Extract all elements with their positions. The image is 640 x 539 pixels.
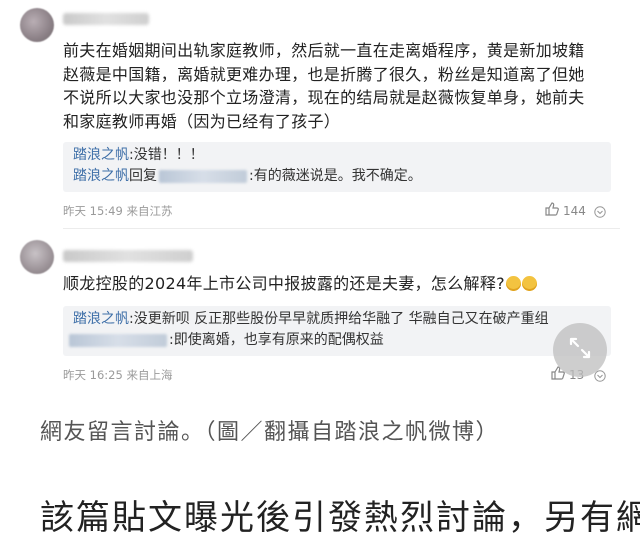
comment-text: 顺龙控股的2024年上市公司中报披露的还是夫妻，怎么解释?: [63, 272, 593, 296]
reply-line: 踏浪之帆:没更新呗 反正那些股份早早就质押给华融了 华融自己又在破产重组: [73, 309, 549, 329]
reply-quote: 踏浪之帆:没更新呗 反正那些股份早早就质押给华融了 华融自己又在破产重组 :即使…: [63, 306, 611, 356]
chevron-down-icon[interactable]: [594, 203, 606, 222]
reply-username[interactable]: 踏浪之帆: [73, 168, 129, 184]
laugh-emoji-icon: [505, 276, 521, 291]
like-button[interactable]: 144: [545, 202, 586, 219]
reply-text: :有的薇迷说是。我不确定。: [249, 168, 422, 184]
username-blurred[interactable]: [63, 250, 193, 262]
thumbs-up-icon: [545, 202, 559, 219]
laugh-emoji-icon: [521, 276, 537, 291]
comment-meta: 昨天 15:49 来自江苏: [63, 204, 173, 218]
comment-text-content: 顺龙控股的2024年上市公司中报披露的还是夫妻，怎么解释?: [63, 274, 505, 293]
reply-line: 踏浪之帆回复 :有的薇迷说是。我不确定。: [73, 166, 422, 186]
divider: [63, 228, 620, 229]
blurred-username: [69, 333, 167, 347]
reply-text: :没错！！！: [129, 147, 204, 163]
comment-text: 前夫在婚姻期间出轨家庭教师，然后就一直在走离婚程序，黄是新加坡籍赵薇是中国籍，离…: [63, 41, 585, 131]
comment-meta: 昨天 16:25 来自上海: [63, 368, 173, 382]
reply-line: :即使离婚，也享有原来的配偶权益: [69, 330, 384, 350]
blurred-username: [159, 169, 247, 183]
reply-text: :没更新呗 反正那些股份早早就质押给华融了 华融自己又在破产重组: [129, 311, 549, 327]
reply-prefix: 回复: [129, 168, 157, 184]
reply-text: :即使离婚，也享有原来的配偶权益: [169, 332, 384, 348]
comment-1: 前夫在婚姻期间出轨家庭教师，然后就一直在走离婚程序，黄是新加坡籍赵薇是中国籍，离…: [0, 0, 640, 225]
avatar[interactable]: [20, 240, 54, 274]
image-caption: 網友留言討論。（圖／翻攝自踏浪之帆微博）: [40, 420, 500, 445]
avatar[interactable]: [20, 8, 54, 42]
reply-quote: 踏浪之帆:没错！！！ 踏浪之帆回复 :有的薇迷说是。我不确定。: [63, 142, 611, 192]
reply-line: 踏浪之帆:没错！！！: [73, 145, 204, 165]
expand-icon: [567, 335, 593, 365]
article-text: 該篇貼文曝光後引發熱烈討論，另有網: [40, 498, 640, 538]
expand-button[interactable]: [553, 323, 607, 377]
reply-username[interactable]: 踏浪之帆: [73, 311, 129, 327]
username-blurred[interactable]: [63, 13, 149, 25]
reply-username[interactable]: 踏浪之帆: [73, 147, 129, 163]
like-count: 144: [563, 203, 586, 218]
comment-2: 顺龙控股的2024年上市公司中报披露的还是夫妻，怎么解释? 踏浪之帆:没更新呗 …: [0, 230, 640, 390]
